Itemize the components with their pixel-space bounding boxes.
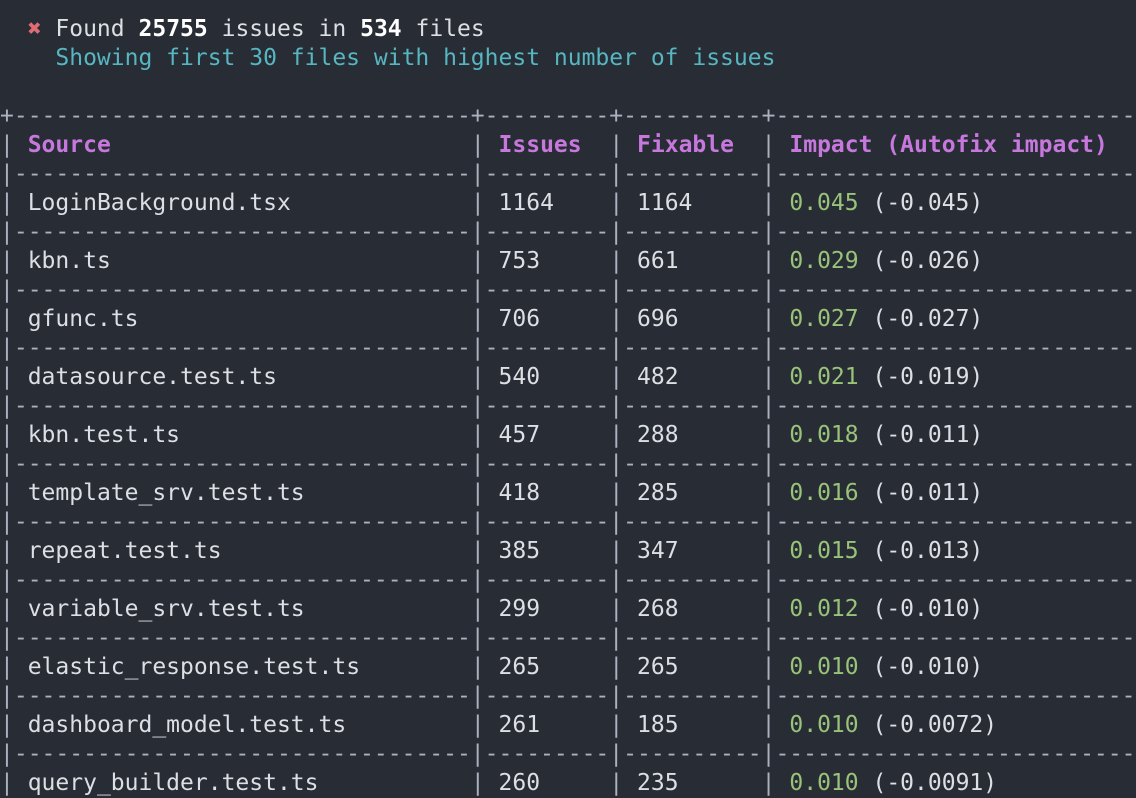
issue-count: 25755 bbox=[138, 16, 208, 42]
table-row-separator: |---------------------------------|-----… bbox=[0, 509, 1136, 535]
cell-impact: 0.045 bbox=[789, 190, 859, 216]
table-row-separator: |---------------------------------|-----… bbox=[0, 451, 1136, 477]
cell-impact: 0.027 bbox=[789, 306, 859, 332]
cell-fixable: 285 bbox=[637, 480, 679, 506]
table-row: | variable_srv.test.ts | 299 | 268 | 0.0… bbox=[0, 596, 1136, 622]
table-row: | repeat.test.ts | 385 | 347 | 0.015 (-0… bbox=[0, 538, 1136, 564]
table-row-separator: |---------------------------------|-----… bbox=[0, 393, 1136, 419]
cell-autofix-impact: (-0.013) bbox=[872, 538, 984, 564]
cell-autofix-impact: (-0.045) bbox=[872, 190, 984, 216]
cell-impact: 0.016 bbox=[789, 480, 859, 506]
cell-impact: 0.018 bbox=[789, 422, 859, 448]
cell-impact: 0.015 bbox=[789, 538, 859, 564]
table-row-separator: |---------------------------------|-----… bbox=[0, 277, 1136, 303]
cell-issues: 385 bbox=[498, 538, 541, 564]
table-row: | kbn.ts | 753 | 661 | 0.029 (-0.026) | bbox=[0, 248, 1136, 274]
cell-source: repeat.test.ts bbox=[27, 538, 222, 564]
cell-fixable: 268 bbox=[637, 596, 679, 622]
cell-impact: 0.010 bbox=[789, 654, 859, 680]
table-row-separator: |---------------------------------|-----… bbox=[0, 625, 1136, 651]
cell-autofix-impact: (-0.010) bbox=[872, 654, 984, 680]
table-row-separator: |---------------------------------|-----… bbox=[0, 161, 1136, 187]
cell-source: kbn.ts bbox=[27, 248, 111, 274]
cell-source: dashboard_model.test.ts bbox=[27, 712, 347, 738]
cell-impact: 0.010 bbox=[789, 770, 859, 796]
cell-source: datasource.test.ts bbox=[27, 364, 277, 390]
subtitle-line: Showing first 30 files with highest numb… bbox=[0, 44, 775, 73]
cell-autofix-impact: (-0.019) bbox=[872, 364, 984, 390]
table-row: | dashboard_model.test.ts | 261 | 185 | … bbox=[0, 712, 1136, 738]
cell-fixable: 288 bbox=[637, 422, 679, 448]
table-row: | template_srv.test.ts | 418 | 285 | 0.0… bbox=[0, 480, 1136, 506]
cell-source: elastic_response.test.ts bbox=[27, 654, 361, 680]
cell-impact: 0.029 bbox=[789, 248, 859, 274]
cell-fixable: 235 bbox=[637, 770, 679, 796]
table-row: | elastic_response.test.ts | 265 | 265 |… bbox=[0, 654, 1136, 680]
cell-issues: 260 bbox=[498, 770, 541, 796]
cell-source: kbn.test.ts bbox=[27, 422, 181, 448]
cell-issues: 753 bbox=[498, 248, 541, 274]
table-header-row: | Source | Issues | Fixable | Impact (Au… bbox=[0, 132, 1136, 158]
table-row-separator: |---------------------------------|-----… bbox=[0, 741, 1136, 767]
cell-autofix-impact: (-0.011) bbox=[872, 422, 984, 448]
table-row-separator: |---------------------------------|-----… bbox=[0, 219, 1136, 245]
cell-fixable: 661 bbox=[637, 248, 679, 274]
file-count: 534 bbox=[360, 16, 402, 42]
cell-fixable: 265 bbox=[637, 654, 679, 680]
table-row: | kbn.test.ts | 457 | 288 | 0.018 (-0.01… bbox=[0, 422, 1136, 448]
cell-autofix-impact: (-0.011) bbox=[872, 480, 984, 506]
table-row-separator: |---------------------------------|-----… bbox=[0, 683, 1136, 709]
cell-issues: 1164 bbox=[498, 190, 554, 216]
table-row: | LoginBackground.tsx | 1164 | 1164 | 0.… bbox=[0, 190, 1136, 216]
cell-fixable: 347 bbox=[637, 538, 679, 564]
cell-source: template_srv.test.ts bbox=[27, 480, 305, 506]
cell-source: gfunc.ts bbox=[27, 306, 139, 332]
header-source: Source bbox=[27, 132, 111, 158]
header-impact: Impact (Autofix impact) bbox=[789, 132, 1108, 158]
cell-fixable: 696 bbox=[637, 306, 679, 332]
cell-issues: 706 bbox=[498, 306, 541, 332]
cell-autofix-impact: (-0.027) bbox=[872, 306, 984, 332]
cell-issues: 261 bbox=[498, 712, 541, 738]
table-row-separator: |---------------------------------|-----… bbox=[0, 335, 1136, 361]
cell-source: variable_srv.test.ts bbox=[27, 596, 305, 622]
cross-icon: ✖ bbox=[0, 16, 56, 42]
cell-issues: 457 bbox=[498, 422, 541, 448]
issues-in-word: issues in bbox=[221, 16, 347, 42]
cell-issues: 299 bbox=[498, 596, 541, 622]
header-issues: Issues bbox=[498, 132, 582, 158]
cell-autofix-impact: (-0.010) bbox=[872, 596, 984, 622]
cell-issues: 418 bbox=[498, 480, 541, 506]
cell-autofix-impact: (-0.0091) bbox=[872, 770, 998, 796]
table-row: | query_builder.test.ts | 260 | 235 | 0.… bbox=[0, 770, 1136, 796]
table-row-separator: |---------------------------------|-----… bbox=[0, 567, 1136, 593]
cell-source: LoginBackground.tsx bbox=[27, 190, 291, 216]
cell-issues: 265 bbox=[498, 654, 541, 680]
table-top-border: +---------------------------------+-----… bbox=[0, 103, 1136, 129]
cell-source: query_builder.test.ts bbox=[27, 770, 319, 796]
table-row: | datasource.test.ts | 540 | 482 | 0.021… bbox=[0, 364, 1136, 390]
cell-impact: 0.021 bbox=[789, 364, 859, 390]
cell-autofix-impact: (-0.026) bbox=[872, 248, 984, 274]
cell-issues: 540 bbox=[498, 364, 541, 390]
found-word: Found bbox=[55, 16, 125, 42]
header-fixable: Fixable bbox=[637, 132, 734, 158]
summary-line: ✖ Found 25755 issues in 534 files bbox=[0, 15, 485, 44]
cell-fixable: 185 bbox=[637, 712, 679, 738]
files-word: files bbox=[415, 16, 485, 42]
cell-fixable: 482 bbox=[637, 364, 679, 390]
subtitle: Showing first 30 files with highest numb… bbox=[55, 45, 776, 71]
cell-autofix-impact: (-0.0072) bbox=[872, 712, 998, 738]
cell-impact: 0.010 bbox=[789, 712, 859, 738]
table-row: | gfunc.ts | 706 | 696 | 0.027 (-0.027) … bbox=[0, 306, 1136, 332]
cell-fixable: 1164 bbox=[637, 190, 693, 216]
cell-impact: 0.012 bbox=[789, 596, 859, 622]
